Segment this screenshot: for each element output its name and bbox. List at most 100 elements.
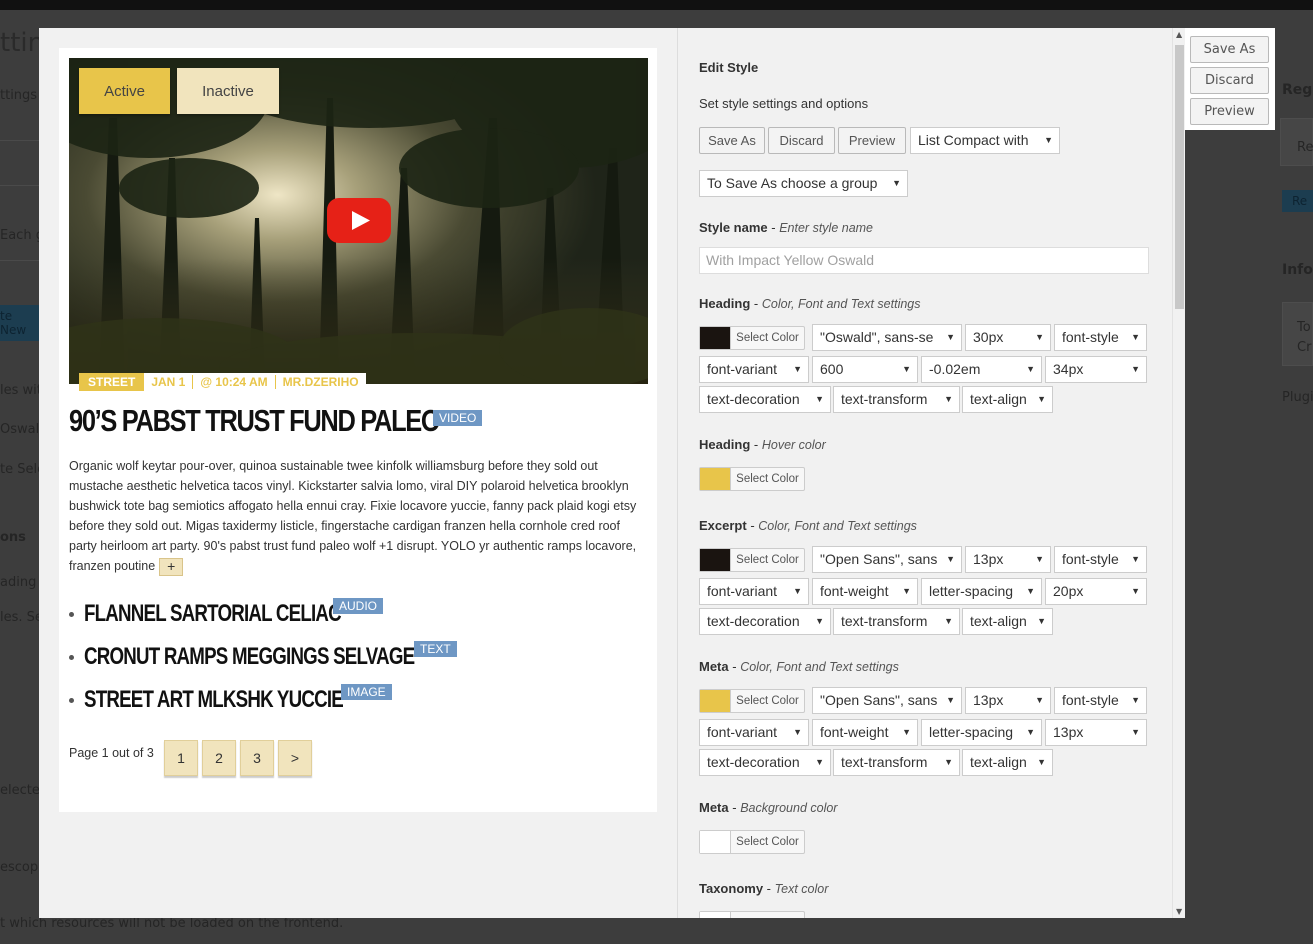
dropdown-caret-icon: ▼ xyxy=(790,720,802,745)
panel-scrollbar[interactable]: ▲ ▼ xyxy=(1172,28,1185,918)
dropdown-caret-icon: ▼ xyxy=(812,609,824,634)
dropdown-caret-icon: ▼ xyxy=(1128,720,1140,745)
excerpt-variant-select[interactable]: font-variant ▼ xyxy=(699,578,809,605)
meta-line-select[interactable]: 13px ▼ xyxy=(1045,719,1147,746)
dropdown-caret-icon: ▼ xyxy=(1128,688,1140,713)
excerpt-size-select[interactable]: 13px ▼ xyxy=(965,546,1051,573)
taxonomy-color-picker[interactable] xyxy=(699,911,805,918)
dropdown-caret-icon: ▼ xyxy=(1032,688,1044,713)
floating-actions: Save As Discard Preview xyxy=(1185,28,1275,130)
read-more-button[interactable]: + xyxy=(159,557,184,576)
excerpt-color-picker[interactable]: Select Color xyxy=(699,548,805,572)
meta-weight-select[interactable]: font-weight ▼ xyxy=(812,719,918,746)
page-button-2[interactable]: 2 xyxy=(202,740,236,776)
bullet-icon xyxy=(69,698,74,704)
bg-page-title: ttin xyxy=(0,28,45,58)
dropdown-caret-icon: ▼ xyxy=(812,750,824,775)
panel-subtitle: Set style settings and options xyxy=(699,96,869,111)
scroll-thumb[interactable] xyxy=(1175,45,1184,309)
style-name-label: Style name - Enter style name xyxy=(699,220,874,235)
dropdown-caret-icon: ▼ xyxy=(899,579,911,604)
float-discard-button[interactable]: Discard xyxy=(1190,67,1269,94)
meta-bg-color-picker[interactable]: Select Color xyxy=(699,830,805,854)
float-save-as-button[interactable]: Save As xyxy=(1190,36,1269,63)
excerpt-align-select[interactable]: text-align ▼ xyxy=(962,608,1053,635)
excerpt-line-select[interactable]: 20px ▼ xyxy=(1045,578,1147,605)
meta-style-select[interactable]: font-style ▼ xyxy=(1054,687,1147,714)
meta-align-select[interactable]: text-align ▼ xyxy=(962,749,1053,776)
heading-size-select[interactable]: 30px ▼ xyxy=(965,324,1051,351)
youtube-play-icon[interactable] xyxy=(327,198,391,243)
dropdown-caret-icon: ▼ xyxy=(1034,609,1046,634)
heading-decoration-select[interactable]: text-decoration ▼ xyxy=(699,386,831,413)
dropdown-caret-icon: ▼ xyxy=(889,171,901,196)
excerpt-style-select[interactable]: font-style ▼ xyxy=(1054,546,1147,573)
group-select[interactable]: To Save As choose a group ▼ xyxy=(699,170,908,197)
meta-spacing-select[interactable]: letter-spacing ▼ xyxy=(921,719,1042,746)
excerpt-weight-select[interactable]: font-weight ▼ xyxy=(812,578,918,605)
style-select[interactable]: List Compact with ▼ xyxy=(910,127,1060,154)
meta-transform-select[interactable]: text-transform ▼ xyxy=(833,749,960,776)
post-excerpt: Organic wolf keytar pour-over, quinoa su… xyxy=(69,456,649,576)
heading-hover-color-picker[interactable]: Select Color xyxy=(699,467,805,491)
list-item-title[interactable]: CRONUT RAMPS MEGGINGS SELVAGE xyxy=(84,643,415,671)
list-item-title[interactable]: STREET ART MLKSHK YUCCIE xyxy=(84,686,344,714)
dropdown-caret-icon: ▼ xyxy=(1023,720,1035,745)
pager-status: Page 1 out of 3 xyxy=(69,746,154,760)
meta-color-picker[interactable]: Select Color xyxy=(699,689,805,713)
dropdown-caret-icon: ▼ xyxy=(1128,325,1140,350)
panel-title: Edit Style xyxy=(699,60,759,75)
bg-button: te New xyxy=(0,305,39,341)
dropdown-caret-icon: ▼ xyxy=(812,387,824,412)
meta-decoration-select[interactable]: text-decoration ▼ xyxy=(699,749,831,776)
scroll-up-icon[interactable]: ▲ xyxy=(1176,30,1182,39)
heading-spacing-select[interactable]: -0.02em ▼ xyxy=(921,356,1042,383)
scroll-down-icon[interactable]: ▼ xyxy=(1176,907,1182,916)
bg-text: ons xyxy=(0,530,26,545)
text-badge: TEXT xyxy=(414,641,457,657)
bg-footer-text: t which resources will not be loaded on … xyxy=(0,916,344,931)
category-tag[interactable]: STREET xyxy=(79,373,145,391)
preview-button[interactable]: Preview xyxy=(838,127,906,154)
dropdown-caret-icon: ▼ xyxy=(941,750,953,775)
heading-style-select[interactable]: font-style ▼ xyxy=(1054,324,1147,351)
heading-weight-select[interactable]: 600 ▼ xyxy=(812,356,918,383)
excerpt-decoration-select[interactable]: text-decoration ▼ xyxy=(699,608,831,635)
page-button-3[interactable]: 3 xyxy=(240,740,274,776)
list-item-title[interactable]: FLANNEL SARTORIAL CELIAC xyxy=(84,600,342,628)
page-button-1[interactable]: 1 xyxy=(164,740,198,776)
heading-align-select[interactable]: text-align ▼ xyxy=(962,386,1053,413)
dropdown-caret-icon: ▼ xyxy=(1034,750,1046,775)
save-as-button[interactable]: Save As xyxy=(699,127,765,154)
post-title[interactable]: 90’S PABST TRUST FUND PALEO xyxy=(69,403,441,439)
heading-transform-select[interactable]: text-transform ▼ xyxy=(833,386,960,413)
style-editor-modal: Active Inactive STREET JAN 1 @ 10:24 AM … xyxy=(39,28,1185,918)
tab-inactive[interactable]: Inactive xyxy=(177,68,279,114)
settings-panel: Edit Style Set style settings and option… xyxy=(679,28,1172,918)
dropdown-caret-icon: ▼ xyxy=(899,720,911,745)
heading-font-select[interactable]: "Oswald", sans-se ▼ xyxy=(812,324,962,351)
meta-variant-select[interactable]: font-variant ▼ xyxy=(699,719,809,746)
heading-color-picker[interactable]: Select Color xyxy=(699,326,805,350)
heading-line-select[interactable]: 34px ▼ xyxy=(1045,356,1147,383)
float-preview-button[interactable]: Preview xyxy=(1190,98,1269,125)
meta-size-select[interactable]: 13px ▼ xyxy=(965,687,1051,714)
discard-button[interactable]: Discard xyxy=(768,127,835,154)
dropdown-caret-icon: ▼ xyxy=(1128,547,1140,572)
excerpt-spacing-select[interactable]: letter-spacing ▼ xyxy=(921,578,1042,605)
style-name-input[interactable]: With Impact Yellow Oswald xyxy=(699,247,1149,274)
bullet-icon xyxy=(69,655,74,661)
dropdown-caret-icon: ▼ xyxy=(941,609,953,634)
bg-text: Oswal xyxy=(0,422,40,437)
excerpt-font-select[interactable]: "Open Sans", sans ▼ xyxy=(812,546,962,573)
post-author[interactable]: MR.DZERIHO xyxy=(276,375,366,389)
meta-font-select[interactable]: "Open Sans", sans ▼ xyxy=(812,687,962,714)
excerpt-text: Organic wolf keytar pour-over, quinoa su… xyxy=(69,459,637,573)
dropdown-caret-icon: ▼ xyxy=(1023,357,1035,382)
heading-variant-select[interactable]: font-variant ▼ xyxy=(699,356,809,383)
excerpt-transform-select[interactable]: text-transform ▼ xyxy=(833,608,960,635)
meta-settings-label: Meta - Color, Font and Text settings xyxy=(699,659,899,674)
dropdown-caret-icon: ▼ xyxy=(899,357,911,382)
tab-active[interactable]: Active xyxy=(79,68,170,114)
next-page-button[interactable]: > xyxy=(278,740,312,776)
